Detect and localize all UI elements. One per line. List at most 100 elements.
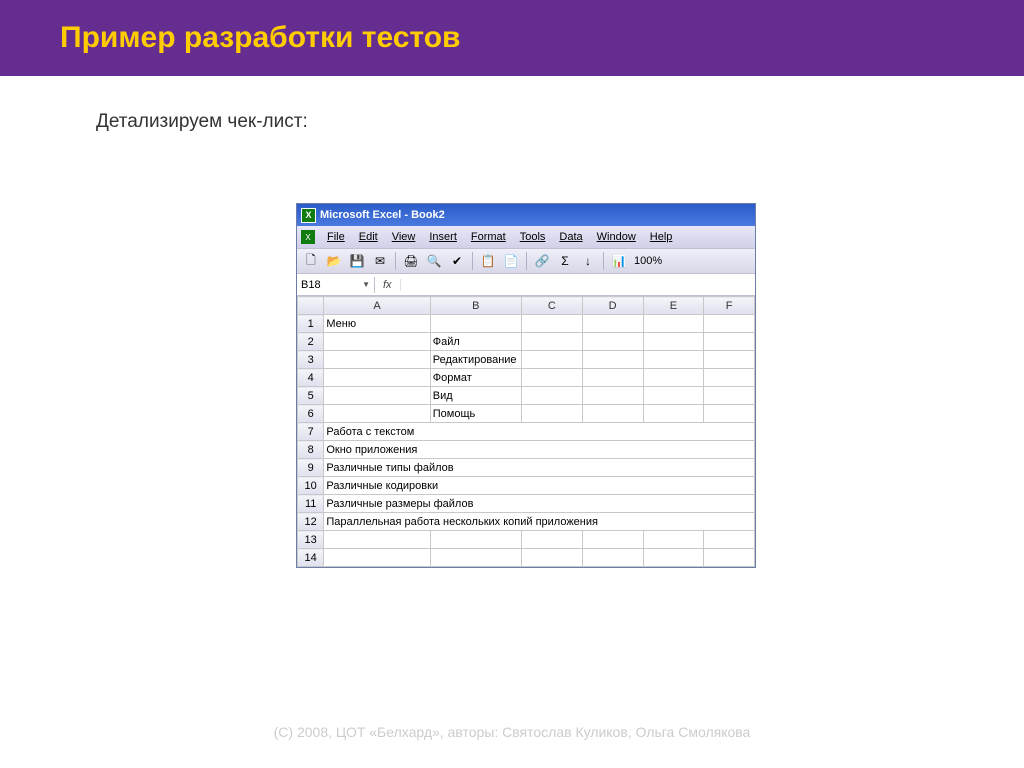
cell[interactable] xyxy=(521,549,582,567)
menu-window[interactable]: Window xyxy=(591,229,642,245)
cell[interactable] xyxy=(582,549,643,567)
cell[interactable]: Редактирование xyxy=(430,351,521,369)
cell[interactable] xyxy=(643,369,704,387)
cell[interactable] xyxy=(643,333,704,351)
cell[interactable]: Формат xyxy=(430,369,521,387)
cell[interactable] xyxy=(324,549,430,567)
cell[interactable]: Файл xyxy=(430,333,521,351)
row-header[interactable]: 6 xyxy=(298,405,324,423)
row-header[interactable]: 1 xyxy=(298,315,324,333)
col-header-f[interactable]: F xyxy=(704,297,755,315)
cell[interactable] xyxy=(582,531,643,549)
save-icon[interactable]: 💾 xyxy=(347,251,367,271)
cell[interactable]: Различные типы файлов xyxy=(324,459,755,477)
cell[interactable] xyxy=(643,351,704,369)
cell[interactable] xyxy=(704,549,755,567)
name-box[interactable]: B18 ▼ xyxy=(297,277,375,293)
row-header[interactable]: 3 xyxy=(298,351,324,369)
row-header[interactable]: 8 xyxy=(298,441,324,459)
cell[interactable]: Различные кодировки xyxy=(324,477,755,495)
cell[interactable] xyxy=(643,531,704,549)
row-header[interactable]: 9 xyxy=(298,459,324,477)
cell[interactable]: Помощь xyxy=(430,405,521,423)
cell[interactable] xyxy=(324,387,430,405)
formula-input[interactable] xyxy=(401,283,755,287)
open-icon[interactable]: 📂 xyxy=(324,251,344,271)
menu-insert[interactable]: Insert xyxy=(423,229,463,245)
menu-help[interactable]: Help xyxy=(644,229,679,245)
email-icon[interactable]: ✉ xyxy=(370,251,390,271)
autosum-icon[interactable]: Σ xyxy=(555,251,575,271)
zoom-level[interactable]: 100% xyxy=(632,255,664,267)
cell[interactable] xyxy=(521,333,582,351)
cell[interactable] xyxy=(521,315,582,333)
cell[interactable] xyxy=(704,369,755,387)
cell[interactable]: Различные размеры файлов xyxy=(324,495,755,513)
cell[interactable] xyxy=(521,405,582,423)
new-file-icon[interactable]: 🗋 xyxy=(301,251,321,271)
cell[interactable]: Меню xyxy=(324,315,430,333)
spellcheck-icon[interactable]: ✔ xyxy=(447,251,467,271)
cell[interactable] xyxy=(324,369,430,387)
cell[interactable] xyxy=(430,549,521,567)
cell[interactable] xyxy=(582,333,643,351)
copy-icon[interactable]: 📋 xyxy=(478,251,498,271)
dropdown-icon[interactable]: ▼ xyxy=(362,280,370,289)
fx-label[interactable]: fx xyxy=(375,279,401,291)
window-titlebar[interactable]: X Microsoft Excel - Book2 xyxy=(297,204,755,226)
menu-file[interactable]: File xyxy=(321,229,351,245)
cell[interactable] xyxy=(704,315,755,333)
cell[interactable] xyxy=(582,405,643,423)
row-header[interactable]: 7 xyxy=(298,423,324,441)
col-header-b[interactable]: B xyxy=(430,297,521,315)
cell[interactable] xyxy=(643,405,704,423)
spreadsheet-grid[interactable]: A B C D E F 1Меню2Файл3Редактирование4Фо… xyxy=(297,296,755,567)
cell[interactable] xyxy=(704,351,755,369)
cell[interactable] xyxy=(582,315,643,333)
cell[interactable] xyxy=(704,405,755,423)
row-header[interactable]: 5 xyxy=(298,387,324,405)
row-header[interactable]: 2 xyxy=(298,333,324,351)
cell[interactable] xyxy=(582,387,643,405)
cell[interactable] xyxy=(324,531,430,549)
print-preview-icon[interactable]: 🔍 xyxy=(424,251,444,271)
cell[interactable] xyxy=(582,369,643,387)
cell[interactable]: Окно приложения xyxy=(324,441,755,459)
row-header[interactable]: 10 xyxy=(298,477,324,495)
col-header-c[interactable]: C xyxy=(521,297,582,315)
col-header-d[interactable]: D xyxy=(582,297,643,315)
chart-icon[interactable]: 📊 xyxy=(609,251,629,271)
cell[interactable] xyxy=(582,351,643,369)
cell[interactable] xyxy=(430,315,521,333)
cell[interactable] xyxy=(324,351,430,369)
row-header[interactable]: 11 xyxy=(298,495,324,513)
row-header[interactable]: 12 xyxy=(298,513,324,531)
cell[interactable] xyxy=(324,333,430,351)
cell[interactable] xyxy=(643,549,704,567)
cell[interactable] xyxy=(521,387,582,405)
menu-data[interactable]: Data xyxy=(553,229,588,245)
print-icon[interactable]: 🖨 xyxy=(401,251,421,271)
paste-icon[interactable]: 📄 xyxy=(501,251,521,271)
cell[interactable] xyxy=(704,333,755,351)
corner-cell[interactable] xyxy=(298,297,324,315)
menu-edit[interactable]: Edit xyxy=(353,229,384,245)
hyperlink-icon[interactable]: 🔗 xyxy=(532,251,552,271)
menu-view[interactable]: View xyxy=(386,229,422,245)
col-header-a[interactable]: A xyxy=(324,297,430,315)
cell[interactable] xyxy=(643,387,704,405)
cell[interactable] xyxy=(643,315,704,333)
row-header[interactable]: 14 xyxy=(298,549,324,567)
excel-doc-icon[interactable]: X xyxy=(301,230,315,244)
cell[interactable]: Параллельная работа нескольких копий при… xyxy=(324,513,755,531)
cell[interactable] xyxy=(324,405,430,423)
cell[interactable]: Работа с текстом xyxy=(324,423,755,441)
menu-tools[interactable]: Tools xyxy=(514,229,552,245)
row-header[interactable]: 4 xyxy=(298,369,324,387)
cell[interactable] xyxy=(521,369,582,387)
cell[interactable] xyxy=(704,531,755,549)
cell[interactable] xyxy=(521,351,582,369)
row-header[interactable]: 13 xyxy=(298,531,324,549)
cell[interactable]: Вид xyxy=(430,387,521,405)
menu-format[interactable]: Format xyxy=(465,229,512,245)
